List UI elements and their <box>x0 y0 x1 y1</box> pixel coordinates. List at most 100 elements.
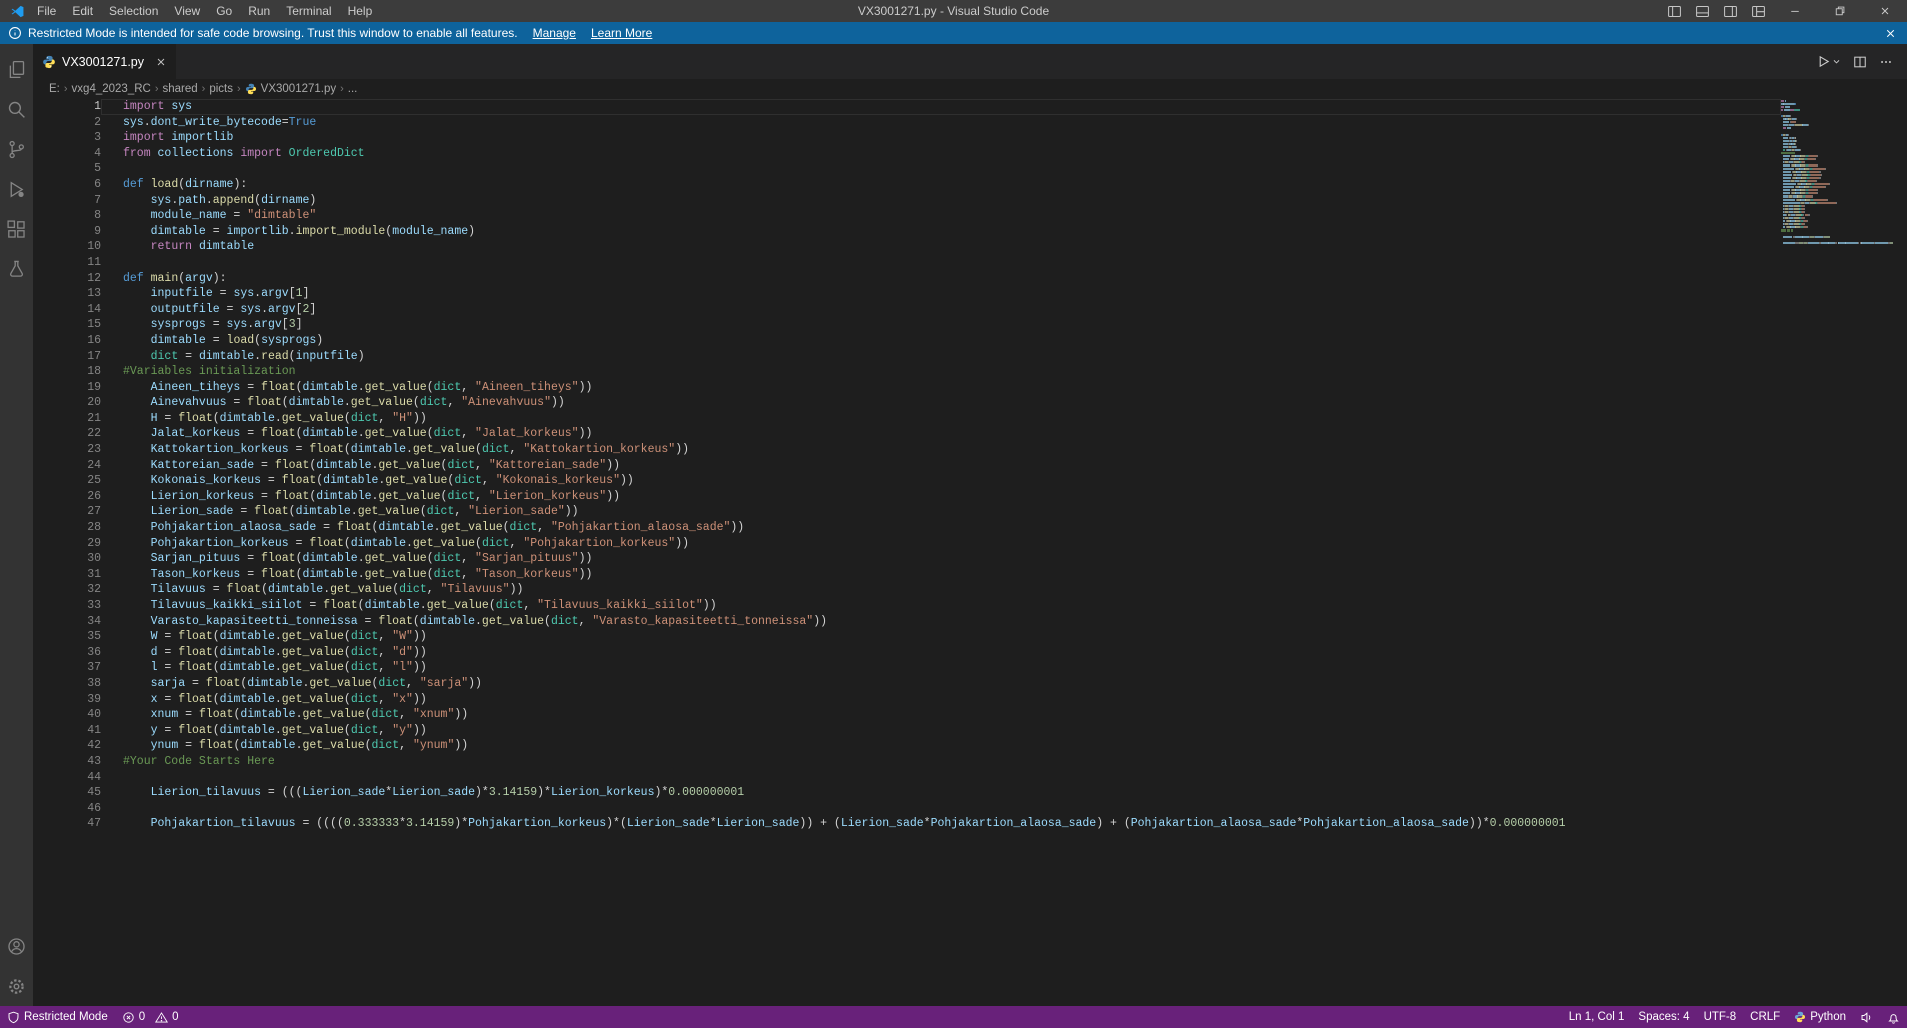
search-icon[interactable] <box>0 89 33 129</box>
code-line[interactable]: 14 outputfile = sys.argv[2] <box>33 302 1781 318</box>
menu-view[interactable]: View <box>166 0 208 22</box>
accounts-icon[interactable] <box>0 926 33 966</box>
code-line[interactable]: 35 W = float(dimtable.get_value(dict, "W… <box>33 629 1781 645</box>
breadcrumb-drive[interactable]: E: <box>49 83 60 95</box>
encoding-status[interactable]: UTF-8 <box>1697 1006 1744 1028</box>
code-line[interactable]: 22 Jalat_korkeus = float(dimtable.get_va… <box>33 426 1781 442</box>
code-line[interactable]: 6def load(dirname): <box>33 177 1781 193</box>
code-editor[interactable]: 1import sys2sys.dont_write_bytecode=True… <box>33 99 1907 1006</box>
code-line[interactable]: 29 Pohjakartion_korkeus = float(dimtable… <box>33 536 1781 552</box>
extensions-icon[interactable] <box>0 209 33 249</box>
breadcrumb-folder[interactable]: shared <box>163 83 198 95</box>
code-line[interactable]: 21 H = float(dimtable.get_value(dict, "H… <box>33 411 1781 427</box>
code-line[interactable]: 3import importlib <box>33 130 1781 146</box>
code-line[interactable]: 32 Tilavuus = float(dimtable.get_value(d… <box>33 582 1781 598</box>
code-line[interactable]: 34 Varasto_kapasiteetti_tonneissa = floa… <box>33 614 1781 630</box>
eol-status[interactable]: CRLF <box>1743 1006 1787 1028</box>
code-line[interactable]: 40 xnum = float(dimtable.get_value(dict,… <box>33 707 1781 723</box>
tab-vx3001271[interactable]: VX3001271.py <box>33 44 176 79</box>
testing-icon[interactable] <box>0 249 33 289</box>
run-python-file-icon[interactable] <box>1816 54 1841 69</box>
code-line[interactable]: 47 Pohjakartion_tilavuus = ((((0.333333*… <box>33 816 1781 832</box>
code-line[interactable]: 26 Lierion_korkeus = float(dimtable.get_… <box>33 489 1781 505</box>
code-line[interactable]: 41 y = float(dimtable.get_value(dict, "y… <box>33 723 1781 739</box>
code-line[interactable]: 10 return dimtable <box>33 239 1781 255</box>
code-line[interactable]: 37 l = float(dimtable.get_value(dict, "l… <box>33 660 1781 676</box>
manage-link[interactable]: Manage <box>533 26 576 40</box>
code-line[interactable]: 9 dimtable = importlib.import_module(mod… <box>33 224 1781 240</box>
toggle-panel-icon[interactable] <box>1688 0 1716 22</box>
code-line[interactable]: 19 Aineen_tiheys = float(dimtable.get_va… <box>33 380 1781 396</box>
menu-go[interactable]: Go <box>208 0 240 22</box>
tab-close-icon[interactable] <box>155 56 167 68</box>
restricted-mode-status[interactable]: Restricted Mode <box>0 1006 115 1028</box>
code-line[interactable]: 20 Ainevahvuus = float(dimtable.get_valu… <box>33 395 1781 411</box>
more-actions-icon[interactable] <box>1879 55 1893 69</box>
code-line[interactable]: 15 sysprogs = sys.argv[3] <box>33 317 1781 333</box>
notifications-bell-icon[interactable] <box>1880 1006 1907 1028</box>
source-control-icon[interactable] <box>0 129 33 169</box>
close-window-button[interactable] <box>1862 0 1907 22</box>
code-line[interactable]: 16 dimtable = load(sysprogs) <box>33 333 1781 349</box>
toggle-secondary-sidebar-icon[interactable] <box>1716 0 1744 22</box>
explorer-icon[interactable] <box>0 49 33 89</box>
code-line[interactable]: 7 sys.path.append(dirname) <box>33 193 1781 209</box>
minimize-button[interactable] <box>1772 0 1817 22</box>
code-line[interactable]: 13 inputfile = sys.argv[1] <box>33 286 1781 302</box>
code-line[interactable]: 12def main(argv): <box>33 271 1781 287</box>
code-line[interactable]: 25 Kokonais_korkeus = float(dimtable.get… <box>33 473 1781 489</box>
code-line[interactable]: 23 Kattokartion_korkeus = float(dimtable… <box>33 442 1781 458</box>
breadcrumb-symbol-placeholder[interactable]: ... <box>348 83 358 95</box>
code-line[interactable]: 42 ynum = float(dimtable.get_value(dict,… <box>33 738 1781 754</box>
menu-selection[interactable]: Selection <box>101 0 166 22</box>
banner-close-icon[interactable] <box>1884 27 1897 40</box>
menu-help[interactable]: Help <box>340 0 381 22</box>
code-text: d = float(dimtable.get_value(dict, "d")) <box>101 645 1781 661</box>
code-line[interactable]: 2sys.dont_write_bytecode=True <box>33 115 1781 131</box>
code-line[interactable]: 36 d = float(dimtable.get_value(dict, "d… <box>33 645 1781 661</box>
code-line[interactable]: 24 Kattoreian_sade = float(dimtable.get_… <box>33 458 1781 474</box>
breadcrumb-folder[interactable]: vxg4_2023_RC <box>72 83 151 95</box>
code-line[interactable]: 38 sarja = float(dimtable.get_value(dict… <box>33 676 1781 692</box>
customize-layout-icon[interactable] <box>1744 0 1772 22</box>
code-text: Lierion_tilavuus = (((Lierion_sade*Lieri… <box>101 785 1781 801</box>
settings-gear-icon[interactable] <box>0 966 33 1006</box>
code-line[interactable]: 43#Your Code Starts Here <box>33 754 1781 770</box>
menu-edit[interactable]: Edit <box>64 0 101 22</box>
code-line[interactable]: 44 <box>33 770 1781 786</box>
learn-more-link[interactable]: Learn More <box>591 26 652 40</box>
menu-terminal[interactable]: Terminal <box>278 0 339 22</box>
minimap[interactable] <box>1781 99 1893 244</box>
feedback-icon[interactable] <box>1853 1006 1880 1028</box>
code-text: return dimtable <box>101 239 1781 255</box>
breadcrumb-folder[interactable]: picts <box>209 83 233 95</box>
info-icon <box>8 26 22 40</box>
cursor-position-status[interactable]: Ln 1, Col 1 <box>1562 1006 1632 1028</box>
code-line[interactable]: 46 <box>33 801 1781 817</box>
code-line[interactable]: 11 <box>33 255 1781 271</box>
toggle-sidebar-icon[interactable] <box>1660 0 1688 22</box>
code-line[interactable]: 33 Tilavuus_kaikki_siilot = float(dimtab… <box>33 598 1781 614</box>
menu-run[interactable]: Run <box>240 0 278 22</box>
code-line[interactable]: 18#Variables initialization <box>33 364 1781 380</box>
code-line[interactable]: 17 dict = dimtable.read(inputfile) <box>33 349 1781 365</box>
code-line[interactable]: 30 Sarjan_pituus = float(dimtable.get_va… <box>33 551 1781 567</box>
split-editor-icon[interactable] <box>1853 55 1867 69</box>
code-line[interactable]: 31 Tason_korkeus = float(dimtable.get_va… <box>33 567 1781 583</box>
breadcrumb-file[interactable]: VX3001271.py <box>245 83 336 95</box>
code-line[interactable]: 5 <box>33 161 1781 177</box>
code-line[interactable]: 39 x = float(dimtable.get_value(dict, "x… <box>33 692 1781 708</box>
code-line[interactable]: 4from collections import OrderedDict <box>33 146 1781 162</box>
code-line[interactable]: 28 Pohjakartion_alaosa_sade = float(dimt… <box>33 520 1781 536</box>
code-line[interactable]: 8 module_name = "dimtable" <box>33 208 1781 224</box>
language-mode-status[interactable]: Python <box>1787 1006 1853 1028</box>
run-and-debug-icon[interactable] <box>0 169 33 209</box>
code-line[interactable]: 27 Lierion_sade = float(dimtable.get_val… <box>33 504 1781 520</box>
code-line[interactable]: 45 Lierion_tilavuus = (((Lierion_sade*Li… <box>33 785 1781 801</box>
problems-status[interactable]: 0 0 <box>115 1006 186 1028</box>
line-number: 37 <box>33 660 101 676</box>
code-line[interactable]: 1import sys <box>33 99 1781 115</box>
indentation-status[interactable]: Spaces: 4 <box>1631 1006 1696 1028</box>
menu-file[interactable]: File <box>29 0 64 22</box>
restore-button[interactable] <box>1817 0 1862 22</box>
